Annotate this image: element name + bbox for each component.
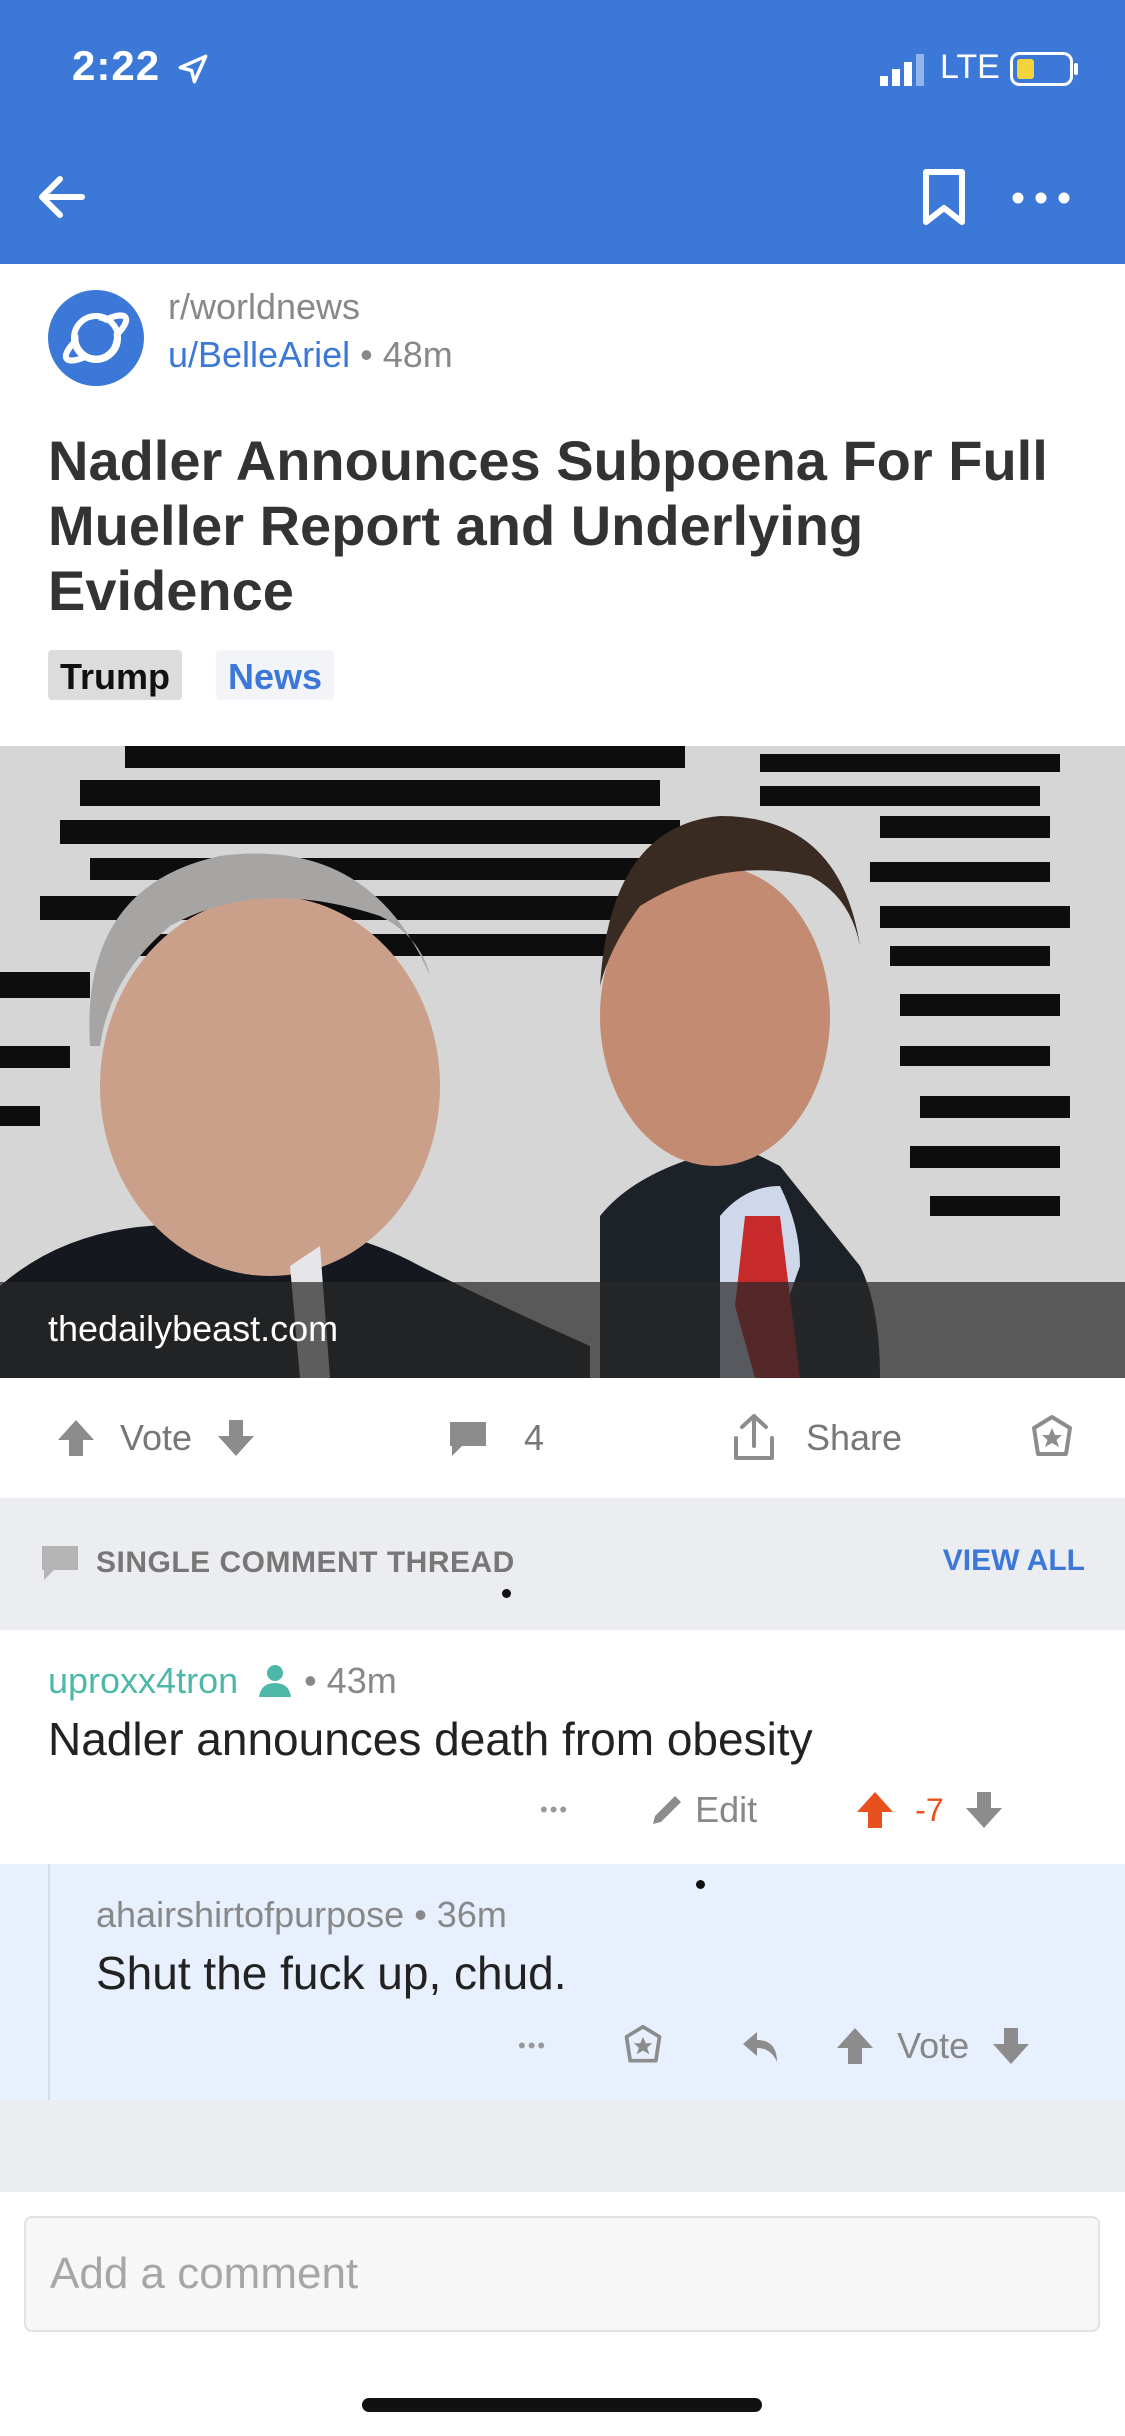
spacer (0, 2100, 1125, 2192)
decorative-dot (502, 1589, 511, 1598)
status-time: 2:22 (72, 42, 161, 89)
comment-age: 36m (436, 1894, 507, 1935)
comment-meta: ahairshirtofpurpose • 36m (96, 1894, 507, 1936)
comment-thread-icon (42, 1546, 78, 1580)
comment-more-button[interactable]: ••• (518, 2033, 547, 2059)
signal-icon (880, 54, 924, 86)
single-thread-bar: SINGLE COMMENT THREAD VIEW ALL (0, 1498, 1125, 1630)
upvote-arrow-icon[interactable] (54, 1416, 98, 1460)
view-all-button[interactable]: VIEW ALL (943, 1544, 1085, 1578)
vote-label: Vote (897, 2025, 970, 2066)
op-user-icon (259, 1665, 292, 1697)
network-type: LTE (940, 48, 1000, 86)
downvote-arrow-icon[interactable] (989, 2024, 1033, 2068)
comment-meta: uproxx4tron • 43m (48, 1660, 397, 1702)
pencil-icon (653, 1796, 682, 1824)
comment-bubble-icon (450, 1422, 486, 1456)
reply-comment: ahairshirtofpurpose • 36m Shut the fuck … (0, 1864, 1125, 2100)
edit-label: Edit (695, 1789, 758, 1830)
share-icon (734, 1414, 774, 1460)
comments-button[interactable]: 4 (446, 1378, 544, 1498)
comment-count: 4 (524, 1417, 545, 1458)
upvote-arrow-icon[interactable] (853, 1788, 897, 1832)
post-age: 48m (382, 334, 453, 375)
more-options-icon[interactable] (1008, 176, 1074, 220)
vote-label: Vote (120, 1417, 193, 1458)
share-button[interactable]: Share (728, 1378, 902, 1498)
award-icon[interactable] (621, 2024, 665, 2068)
thread-indent-line (48, 1864, 50, 2100)
comment-author[interactable]: uproxx4tron (48, 1660, 238, 1701)
subreddit-name[interactable]: r/worldnews (168, 286, 360, 328)
location-arrow-icon (178, 54, 208, 84)
reply-icon[interactable] (739, 2024, 783, 2068)
link-preview-image[interactable]: thedailybeast.com (0, 746, 1125, 1378)
subreddit-avatar[interactable] (48, 290, 144, 386)
post-title[interactable]: Nadler Announces Subpoena For Full Muell… (48, 428, 1088, 623)
comment-body: Shut the fuck up, chud. (96, 1947, 567, 1999)
meta-separator: • (350, 334, 383, 375)
comment-actions: ••• Edit -7 (540, 1788, 1006, 1832)
planet-icon (62, 312, 130, 364)
comment-score: -7 (915, 1791, 944, 1828)
award-icon (1032, 1415, 1072, 1456)
comment-age: 43m (326, 1660, 397, 1701)
comment-body: Nadler announces death from obesity (48, 1713, 813, 1765)
meta-separator: • (404, 1894, 437, 1935)
share-label: Share (806, 1417, 903, 1458)
battery-icon (1010, 52, 1078, 86)
post-action-bar: Vote 4 Share (0, 1378, 1125, 1498)
downvote-arrow-icon[interactable] (962, 1788, 1006, 1832)
meta-separator: • (294, 1660, 327, 1701)
post-meta: u/BelleAriel • 48m (168, 334, 453, 376)
bookmark-icon[interactable] (916, 166, 972, 228)
award-button[interactable] (1028, 1378, 1076, 1498)
back-arrow-icon[interactable] (30, 166, 92, 228)
flair-trump[interactable]: Trump (48, 650, 183, 700)
comment: uproxx4tron • 43m Nadler announces death… (0, 1630, 1125, 1864)
post-vote-group: Vote (54, 1378, 258, 1498)
comment-author[interactable]: ahairshirtofpurpose (96, 1894, 404, 1935)
app-header: 2:22 LTE (0, 0, 1125, 264)
downvote-arrow-icon[interactable] (214, 1416, 258, 1460)
upvote-arrow-icon[interactable] (833, 2024, 877, 2068)
link-domain-bar: thedailybeast.com (0, 1282, 1125, 1378)
single-thread-label: SINGLE COMMENT THREAD (96, 1546, 515, 1579)
decorative-dot (696, 1880, 705, 1889)
comment-actions: ••• Vote (518, 2024, 1033, 2068)
link-domain: thedailybeast.com (48, 1308, 339, 1349)
edit-button[interactable]: Edit (647, 1789, 757, 1831)
post-author[interactable]: u/BelleAriel (168, 334, 350, 375)
home-indicator[interactable] (362, 2398, 762, 2412)
flair-news[interactable]: News (216, 650, 335, 700)
comment-more-button[interactable]: ••• (540, 1797, 569, 1823)
add-comment-input[interactable] (24, 2216, 1100, 2332)
